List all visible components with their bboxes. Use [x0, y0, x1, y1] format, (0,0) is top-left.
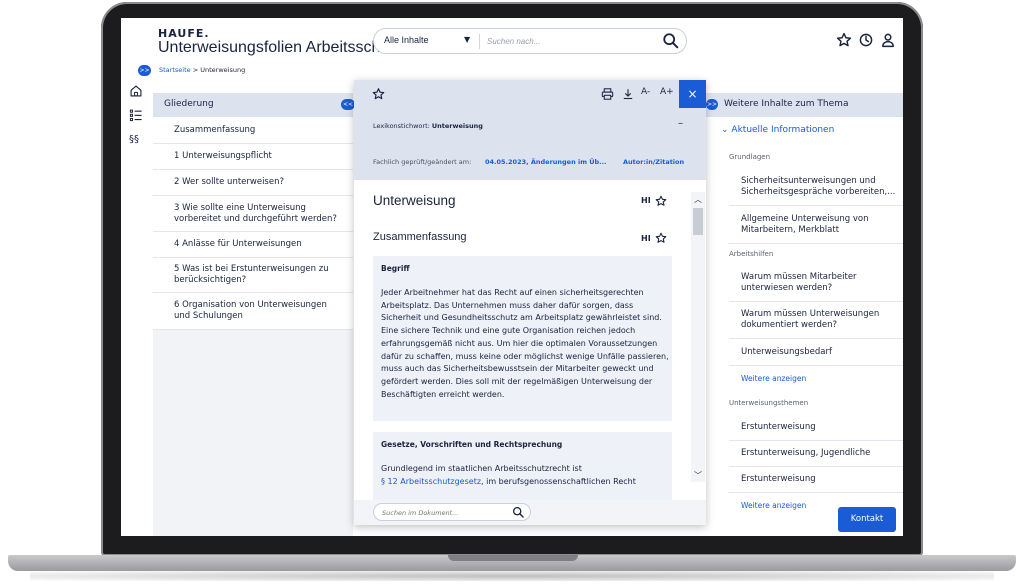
document-footer	[354, 500, 706, 525]
print-icon[interactable]	[601, 87, 614, 101]
user-icon[interactable]	[880, 32, 896, 48]
related-title: Weitere Inhalte zum Thema	[724, 99, 849, 109]
document-search-input[interactable]	[382, 507, 502, 518]
outline-header: Gliederung <<	[153, 93, 355, 117]
related-item[interactable]: Unterweisungsbedarf	[729, 339, 903, 366]
document-panel: A- A+ × Lexikonstichwort: Unterweisung –…	[354, 80, 706, 525]
breadcrumb: Startseite > Unterweisung	[159, 66, 245, 74]
toc-item[interactable]: Zusammenfassung	[153, 117, 353, 144]
breadcrumb-separator: >	[192, 66, 199, 74]
font-smaller-button[interactable]: A-	[641, 87, 650, 101]
show-more-link[interactable]: Weitere anzeigen	[741, 501, 806, 510]
list-icon[interactable]	[129, 108, 143, 122]
close-icon[interactable]: ×	[679, 80, 706, 108]
box-text-continued: , im berufsgenossenschaftlichen Recht	[481, 476, 636, 486]
box-text: Grundlegend im staatlichen Arbeitsschutz…	[381, 463, 671, 488]
star-icon[interactable]	[836, 32, 852, 48]
paragraph-icon[interactable]: §§	[129, 134, 139, 145]
related-item[interactable]: Warum müssen Unterweisungen dokumentiert…	[729, 302, 903, 339]
lexikon-value: Unterweisung	[431, 122, 483, 130]
download-icon[interactable]	[622, 87, 634, 101]
outline-collapse-button[interactable]: <<	[341, 99, 355, 110]
related-header: >> Weitere Inhalte zum Thema	[706, 93, 903, 117]
outline-title: Gliederung	[164, 99, 214, 109]
related-expand-button[interactable]: >>	[706, 99, 718, 110]
star-icon[interactable]	[372, 87, 385, 101]
lexikon-keyword: Lexikonstichwort: Unterweisung	[373, 122, 483, 130]
related-item[interactable]: Erstunterweisung, Jugendliche	[729, 441, 903, 467]
header-actions	[836, 32, 896, 48]
checked-date-link[interactable]: 04.05.2023, Änderungen im Üb...	[485, 158, 607, 166]
related-item[interactable]: Erstunterweisung	[729, 415, 903, 441]
search-bar: Alle Inhalte ▼	[373, 28, 687, 54]
collapse-meta-button[interactable]: –	[678, 118, 683, 129]
font-larger-button[interactable]: A+	[660, 87, 674, 101]
history-icon[interactable]	[858, 32, 874, 48]
related-category: Arbeitshilfen	[729, 250, 774, 258]
star-icon[interactable]	[655, 195, 667, 207]
scroll-down-icon[interactable]: ﹀	[694, 470, 702, 481]
search-icon[interactable]	[512, 506, 525, 519]
home-icon[interactable]	[129, 84, 143, 98]
current-info-label: Aktuelle Informationen	[731, 125, 835, 135]
box-text: Jeder Arbeitnehmer hat das Recht auf ein…	[381, 288, 669, 399]
section-title: Zusammenfassung	[373, 231, 467, 243]
toc-item[interactable]: 1 Unterweisungspflicht	[153, 144, 353, 170]
related-item[interactable]: Allgemeine Unterweisung von Mitarbeitern…	[729, 206, 903, 244]
laptop-shadow	[30, 571, 994, 581]
related-category: Unterweisungsthemen	[729, 399, 809, 407]
document-search	[373, 503, 531, 521]
star-icon[interactable]	[655, 232, 667, 244]
search-divider	[479, 34, 480, 49]
show-more-link[interactable]: Weitere anzeigen	[741, 374, 806, 383]
search-input[interactable]	[487, 33, 637, 50]
outline-panel-background	[153, 330, 353, 536]
toc-item[interactable]: 3 Wie sollte eine Unterweisung vorbereit…	[153, 196, 353, 232]
box-text-intro: Grundlegend im staatlichen Arbeitsschutz…	[381, 464, 582, 473]
search-scope-select[interactable]: Alle Inhalte	[384, 35, 429, 45]
toc-item[interactable]: 5 Was ist bei Erstunterweisungen zu berü…	[153, 258, 353, 293]
lexikon-label: Lexikonstichwort:	[373, 122, 430, 130]
toc-item[interactable]: 2 Wer sollte unterweisen?	[153, 170, 353, 196]
scroll-up-icon[interactable]: ︿	[694, 194, 702, 205]
contact-button[interactable]: Kontakt	[838, 507, 896, 532]
document-toolbar: A- A+ ×	[354, 80, 706, 108]
app-title: Unterweisungsfolien Arbeitsschutz	[158, 39, 402, 56]
breadcrumb-home[interactable]: Startseite	[159, 66, 191, 74]
box-title: Gesetze, Vorschriften und Rechtsprechung	[381, 440, 563, 449]
search-icon[interactable]	[662, 32, 680, 50]
law-link[interactable]: § 12 Arbeitsschutzgesetz	[381, 477, 481, 486]
scrollbar-thumb[interactable]	[693, 208, 703, 235]
screen: HAUFE. Unterweisungsfolien Arbeitsschutz…	[121, 18, 903, 536]
breadcrumb-current: Unterweisung	[200, 66, 246, 74]
document-meta: Lexikonstichwort: Unterweisung – Fachlic…	[354, 108, 706, 180]
chevron-down-icon[interactable]: ▼	[464, 35, 470, 44]
rail-expand-button[interactable]: >>	[138, 65, 151, 76]
hi-label[interactable]: HI	[641, 196, 651, 205]
related-category: Grundlagen	[729, 153, 771, 161]
checked-label: Fachlich geprüft/geändert am:	[373, 158, 472, 166]
laptop-base	[8, 555, 1016, 571]
box-title: Begriff	[381, 264, 410, 273]
author-citation-link[interactable]: Autor:in/Zitation	[623, 158, 684, 166]
scrollbar-track[interactable]	[691, 192, 705, 482]
hi-label[interactable]: HI	[641, 234, 651, 243]
laptop-frame: HAUFE. Unterweisungsfolien Arbeitsschutz…	[0, 0, 1024, 586]
document-title: Unterweisung	[373, 193, 456, 208]
chevron-down-icon: ⌄	[721, 125, 729, 135]
definition-box: Begriff Jeder Arbeitnehmer hat das Recht…	[373, 256, 672, 421]
current-info-toggle[interactable]: ⌄ Aktuelle Informationen	[721, 125, 834, 135]
toc-item[interactable]: 4 Anlässe für Unterweisungen	[153, 232, 353, 258]
toc-item[interactable]: 6 Organisation von Unterweisungen und Sc…	[153, 293, 353, 330]
related-item[interactable]: Warum müssen Mitarbeiter unterwiesen wer…	[729, 265, 903, 302]
law-box: Gesetze, Vorschriften und Rechtsprechung…	[373, 432, 672, 500]
related-item[interactable]: Erstunterweisung	[729, 467, 903, 493]
related-item[interactable]: Sicherheitsunterweisungen und Sicherheit…	[729, 168, 903, 206]
laptop-notch	[448, 555, 578, 561]
